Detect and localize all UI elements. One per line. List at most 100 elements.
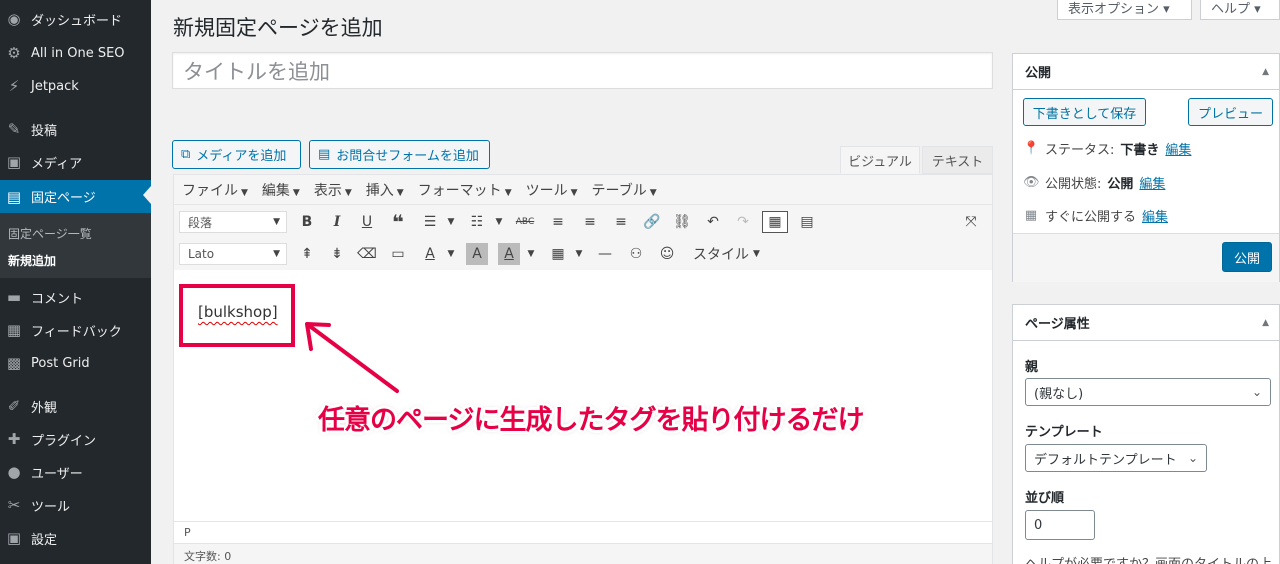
save-draft-button[interactable]: 下書きとして保存 [1023, 98, 1146, 126]
form-icon[interactable]: ▤ [796, 211, 818, 233]
table-icon[interactable]: ▦ [547, 243, 569, 265]
bold-icon[interactable]: B [296, 211, 318, 233]
redo-icon[interactable]: ↷ [732, 211, 754, 233]
add-media-button[interactable]: ⧉ メディアを追加 [172, 140, 301, 169]
menu-file[interactable]: ファイル ▼ [182, 180, 248, 200]
gear-icon: ⚙ [7, 44, 21, 62]
editor-menubar: ファイル ▼ 編集 ▼ 表示 ▼ 挿入 ▼ フォーマット ▼ ツール ▼ テーブル ▼ [174, 175, 992, 204]
user-icon: ● [7, 463, 21, 481]
highlight-color-icon[interactable]: A [498, 243, 520, 265]
unlink-icon[interactable]: ⛓ [671, 211, 693, 233]
pin-icon: ✎ [7, 120, 21, 138]
link-icon[interactable]: 🔗 [641, 211, 663, 233]
calendar-icon: ▦ [1024, 208, 1038, 223]
sidebar-item-seo[interactable]: ⚙ All in One SEO [0, 38, 151, 68]
menu-view[interactable]: 表示 ▼ [314, 180, 352, 200]
edit-status-link[interactable]: 編集 [1165, 139, 1191, 158]
menu-edit[interactable]: 編集 ▼ [262, 180, 300, 200]
chevron-down-icon[interactable]: ▼ [574, 243, 584, 265]
page-title: 新規固定ページを追加 [173, 16, 383, 40]
submenu-add-new[interactable]: 新規追加 [8, 252, 56, 269]
sidebar-item-posts[interactable]: ✎ 投稿 [0, 114, 151, 144]
align-center-icon[interactable]: ≡ [579, 211, 601, 233]
annotation-text: 任意のページに生成したタグを貼り付けるだけ [318, 405, 864, 436]
format-select[interactable]: 段落 ▼ [179, 211, 287, 233]
sidebar-item-post-grid[interactable]: ▩ Post Grid [0, 348, 151, 378]
publish-box-header[interactable]: 公開 ▲ [1013, 54, 1279, 90]
plugin-icon: ✚ [7, 430, 21, 448]
sidebar-item-appearance[interactable]: ✐ 外観 [0, 391, 151, 421]
menu-format[interactable]: フォーマット ▼ [418, 180, 512, 200]
font-select[interactable]: Lato ▼ [179, 243, 287, 265]
chevron-down-icon[interactable]: ▼ [446, 211, 456, 233]
line-height-icon[interactable]: ⇞ [296, 243, 318, 265]
screen-options-button[interactable]: 表示オプション ▾ [1057, 0, 1192, 20]
menu-table[interactable]: テーブル ▼ [592, 180, 657, 200]
sidebar-item-jetpack[interactable]: ⚡ Jetpack [0, 71, 151, 101]
sidebar-item-feedback[interactable]: ▦ フィードバック [0, 315, 151, 345]
eye-icon: 👁 [1023, 175, 1040, 190]
media-icon: ⧉ [181, 147, 191, 162]
schedule-row: ▦ すぐに公開する 編集 [1024, 206, 1169, 225]
sidebar-item-comments[interactable]: ▬ コメント [0, 282, 151, 312]
add-form-button[interactable]: ▤ お問合せフォームを追加 [309, 140, 490, 169]
menu-insert[interactable]: 挿入 ▼ [366, 180, 404, 200]
dash-icon[interactable]: — [594, 243, 616, 265]
sidebar-item-label: コメント [31, 291, 84, 307]
underline-icon[interactable]: U [356, 211, 378, 233]
binoculars-icon[interactable]: ⚇ [625, 243, 647, 265]
menu-tools[interactable]: ツール ▼ [526, 180, 578, 200]
sidebar-item-users[interactable]: ● ユーザー [0, 457, 151, 487]
sidebar-item-pages[interactable]: ▤ 固定ページ [0, 180, 151, 213]
content-area[interactable]: [bulkshop] 任意のページに生成したタグを貼り付けるだけ [174, 275, 992, 521]
align-left-icon[interactable]: ≡ [547, 211, 569, 233]
media-icon: ▣ [6, 153, 22, 171]
sidebar-item-dashboard[interactable]: ◉ ダッシュボード [0, 4, 151, 34]
emoji-icon[interactable]: ☺ [656, 243, 678, 265]
submenu-all-pages[interactable]: 固定ページ一覧 [8, 225, 92, 242]
strikethrough-icon[interactable]: ABC [514, 211, 536, 233]
template-select[interactable]: デフォルトテンプレート ⌄ [1025, 444, 1207, 472]
title-input[interactable]: タイトルを追加 [172, 52, 993, 89]
eraser-icon[interactable]: ⌫ [356, 243, 378, 265]
background-color-icon[interactable]: A [466, 243, 488, 265]
chevron-down-icon[interactable]: ▼ [526, 243, 536, 265]
publish-button[interactable]: 公開 [1222, 242, 1272, 272]
edit-visibility-link[interactable]: 編集 [1139, 173, 1165, 192]
bullet-list-icon[interactable]: ☰ [419, 211, 441, 233]
sidebar-item-plugins[interactable]: ✚ プラグイン [0, 424, 151, 454]
sidebar-item-tools[interactable]: ✂ ツール [0, 490, 151, 520]
appearance-icon: ✐ [7, 397, 21, 415]
chevron-down-icon[interactable]: ▼ [494, 211, 504, 233]
status-row: 📍 ステータス: 下書き 編集 [1023, 139, 1192, 158]
quote-icon[interactable]: ❝ [387, 210, 409, 234]
sidebar-item-label: Post Grid [31, 355, 90, 371]
toolbar-row-2: Lato ▼ ⇞ ⇟ ⌫ ▭ A ▼ A A ▼ ▦ ▼ — ⚇ ☺ スタイル ▼ [174, 237, 992, 270]
preview-button[interactable]: プレビュー [1188, 98, 1273, 126]
chevron-down-icon[interactable]: ▼ [446, 243, 456, 265]
help-button[interactable]: ヘルプ ▾ [1200, 0, 1280, 20]
tab-text[interactable]: テキスト [922, 146, 993, 174]
italic-icon[interactable]: I [326, 211, 348, 233]
style-dropdown[interactable]: スタイル ▼ [689, 243, 764, 265]
undo-icon[interactable]: ↶ [702, 211, 724, 233]
fullscreen-icon[interactable]: ⤧ [960, 211, 982, 233]
order-input[interactable]: 0 [1025, 510, 1095, 540]
sidebar-item-label: 固定ページ [31, 191, 96, 206]
sidebar-item-media[interactable]: ▣ メディア [0, 147, 151, 177]
text-color-icon[interactable]: A [419, 243, 441, 265]
grid-icon: ▩ [6, 354, 22, 372]
horizontal-rule-icon[interactable]: ▭ [387, 243, 409, 265]
form-icon: ▤ [318, 147, 331, 162]
paste-text-icon[interactable]: ⇟ [326, 243, 348, 265]
edit-schedule-link[interactable]: 編集 [1142, 206, 1168, 225]
numbered-list-icon[interactable]: ☷ [466, 211, 488, 233]
align-right-icon[interactable]: ≡ [610, 211, 632, 233]
toolbar-toggle-icon[interactable]: ▦ [762, 211, 788, 233]
parent-select[interactable]: (親なし) ⌄ [1025, 378, 1271, 406]
sidebar-item-label: ツール [31, 499, 71, 515]
sidebar-item-settings[interactable]: ▣ 設定 [0, 523, 151, 553]
tab-visual[interactable]: ビジュアル [840, 146, 920, 174]
feedback-icon: ▦ [6, 321, 22, 339]
page-attributes-header[interactable]: ページ属性 ▲ [1013, 305, 1279, 341]
